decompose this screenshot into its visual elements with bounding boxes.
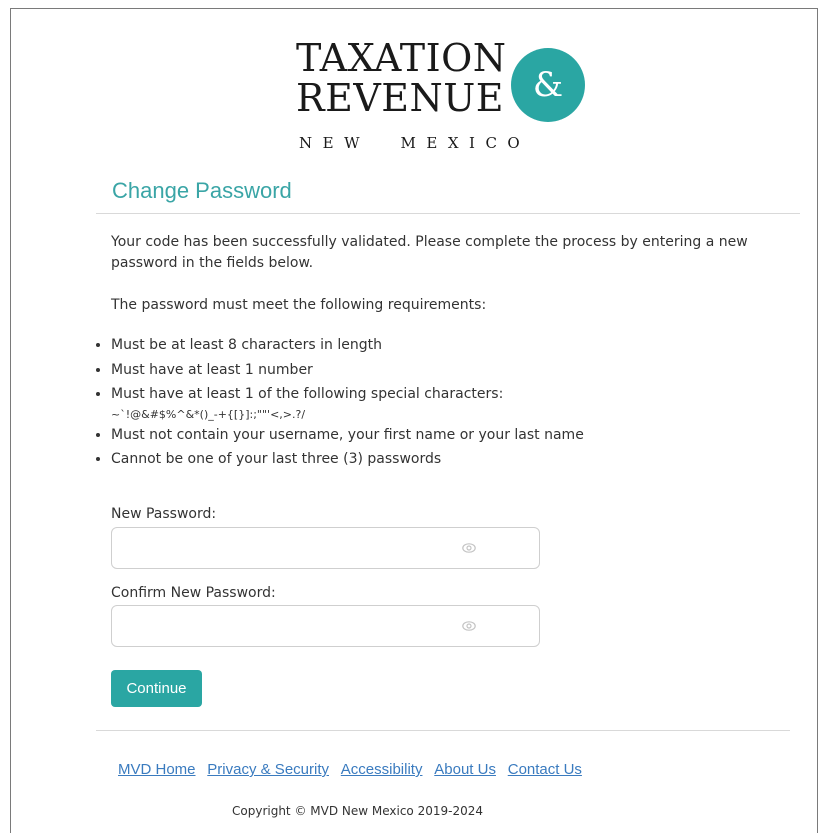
requirement-text: Cannot be one of your last three (3) pas…	[111, 451, 442, 467]
footer-divider	[96, 730, 790, 731]
copyright-text: Copyright © MVD New Mexico 2019-2024	[232, 804, 483, 818]
logo-ampersand-circle: &	[511, 48, 585, 122]
logo-line-taxation: TAXATION	[296, 36, 507, 80]
requirement-item: Must have at least 1 number	[111, 358, 811, 383]
requirement-item: Must have at least 1 of the following sp…	[111, 382, 811, 423]
continue-button[interactable]: Continue	[111, 670, 202, 707]
requirements-heading: The password must meet the following req…	[111, 297, 487, 313]
requirement-text: Must not contain your username, your fir…	[111, 426, 584, 443]
footer-link-privacy-security[interactable]: Privacy & Security	[207, 761, 329, 778]
footer-links: MVD Home Privacy & Security Accessibilit…	[118, 760, 589, 778]
show-password-eye-icon[interactable]	[462, 541, 476, 555]
requirement-text: Must have at least 1 of the following sp…	[111, 386, 504, 402]
requirement-item: Must be at least 8 characters in length	[111, 333, 811, 358]
footer-link-about-us[interactable]: About Us	[434, 761, 496, 778]
confirm-password-label: Confirm New Password:	[111, 585, 276, 601]
page-title: Change Password	[112, 178, 292, 203]
show-confirm-password-eye-icon[interactable]	[462, 619, 476, 633]
special-characters-list: ~`!@&#$%^&*()_-+{[}]:;""'<,>.?/	[111, 407, 306, 421]
footer-link-accessibility[interactable]: Accessibility	[341, 761, 423, 778]
new-password-label: New Password:	[111, 506, 217, 522]
requirement-text: Must have at least 1 number	[111, 361, 313, 378]
requirement-text: Must be at least 8 characters in length	[111, 337, 382, 353]
logo-state-name: NEW MEXICO	[299, 134, 531, 152]
requirement-item: Must not contain your username, your fir…	[111, 423, 811, 448]
requirement-item: Cannot be one of your last three (3) pas…	[111, 447, 811, 472]
footer-link-contact-us[interactable]: Contact Us	[508, 761, 582, 778]
footer-link-mvd-home[interactable]: MVD Home	[118, 761, 196, 778]
intro-text: Your code has been successfully validate…	[111, 234, 748, 271]
taxation-revenue-logo: TAXATION REVENUE & NEW MEXICO	[296, 38, 596, 158]
logo-line-revenue: REVENUE	[296, 76, 505, 120]
title-divider	[96, 213, 800, 214]
requirements-list: Must be at least 8 characters in length …	[92, 333, 811, 472]
